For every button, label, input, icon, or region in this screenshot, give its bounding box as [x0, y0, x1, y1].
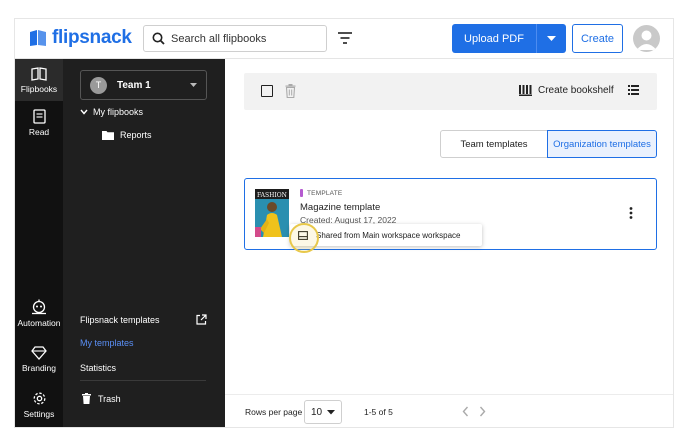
search-box[interactable] — [143, 25, 327, 52]
caret-down-icon — [327, 409, 335, 414]
sidebar-item-trash[interactable]: Trash — [82, 393, 121, 404]
upload-pdf-button[interactable]: Upload PDF — [452, 24, 566, 53]
create-button[interactable]: Create — [572, 24, 623, 53]
toolbar: Create bookshelf — [244, 73, 657, 110]
sidebar: T Team 1 My flipbooks Reports Flipsnack … — [63, 59, 225, 427]
pagination-footer: Rows per page 10 1-5 of 5 — [225, 394, 673, 427]
chevron-left-icon[interactable] — [462, 406, 469, 417]
sidebar-item-label: My flipbooks — [93, 107, 144, 117]
branding-icon — [31, 346, 47, 360]
rows-per-page-label: Rows per page — [245, 407, 303, 417]
sidebar-item-my-flipbooks[interactable]: My flipbooks — [80, 107, 143, 117]
template-tag: TEMPLATE — [300, 189, 342, 197]
automation-icon — [32, 299, 46, 315]
filter-icon[interactable] — [337, 31, 353, 45]
caret-down-icon — [190, 82, 197, 87]
main-content: Create bookshelf Team templates Organiza… — [225, 59, 673, 427]
rail-item-automation[interactable]: Automation — [15, 299, 63, 328]
search-icon — [152, 32, 165, 45]
sidebar-item-flipsnack-templates[interactable]: Flipsnack templates — [80, 315, 160, 325]
top-bar: flipsnack Upload PDF Create — [15, 19, 673, 59]
sidebar-item-my-templates[interactable]: My templates — [80, 338, 134, 348]
upload-menu-toggle[interactable] — [537, 35, 566, 42]
logo-icon — [30, 30, 46, 46]
rail-label: Read — [28, 127, 50, 137]
shared-tooltip-text: Shared from Main workspace workspace — [316, 230, 461, 240]
create-bookshelf-button[interactable]: Create bookshelf — [519, 85, 614, 96]
sidebar-divider — [80, 380, 206, 381]
pagination-range: 1-5 of 5 — [364, 407, 393, 417]
folder-icon — [102, 131, 114, 140]
team-name: Team 1 — [117, 79, 151, 91]
flipsnack-logo[interactable]: flipsnack — [28, 27, 132, 49]
settings-icon — [33, 392, 45, 405]
sidebar-item-reports[interactable]: Reports — [102, 130, 152, 140]
sidebar-item-statistics[interactable]: Statistics — [80, 363, 116, 373]
trash-icon — [82, 393, 91, 404]
read-icon — [32, 109, 46, 124]
template-thumbnail: FASHION — [255, 189, 289, 237]
user-icon — [636, 30, 657, 50]
more-options-icon[interactable] — [629, 207, 633, 219]
create-bookshelf-label: Create bookshelf — [538, 85, 614, 96]
team-avatar: T — [90, 76, 107, 94]
logo-text: flipsnack — [52, 27, 132, 48]
rows-per-page-select[interactable]: 10 — [304, 400, 342, 424]
chevron-down-icon — [80, 109, 88, 115]
list-view-icon[interactable] — [628, 85, 639, 95]
tag-label: TEMPLATE — [307, 189, 343, 197]
shared-tooltip: Shared from Main workspace workspace — [290, 224, 482, 246]
flipbooks-icon — [31, 67, 47, 81]
search-input[interactable] — [171, 32, 321, 45]
select-all-checkbox[interactable] — [261, 85, 273, 97]
sidebar-item-label: Reports — [120, 130, 152, 140]
delete-icon[interactable] — [285, 84, 296, 98]
team-selector[interactable]: T Team 1 — [80, 70, 207, 100]
thumb-masthead: FASHION — [257, 192, 287, 199]
rail-item-branding[interactable]: Branding — [15, 346, 63, 373]
rail-item-flipbooks[interactable]: Flipbooks — [15, 59, 63, 101]
rows-per-page-value: 10 — [311, 406, 323, 418]
icon-rail: Flipbooks Read Automation Branding Setti… — [15, 59, 63, 427]
rail-label: Automation — [17, 318, 61, 328]
template-tabs: Team templates Organization templates — [440, 130, 657, 158]
upload-pdf-label: Upload PDF — [464, 32, 524, 45]
bookshelf-icon — [519, 85, 532, 96]
rail-item-settings[interactable]: Settings — [15, 391, 63, 419]
inbox-icon — [298, 230, 308, 240]
user-avatar[interactable] — [633, 25, 660, 52]
rail-label: Settings — [23, 409, 55, 419]
shared-workspace-icon[interactable] — [290, 224, 316, 246]
rail-label: Flipbooks — [20, 84, 58, 94]
caret-down-icon — [547, 35, 556, 41]
tab-team-templates[interactable]: Team templates — [440, 130, 548, 158]
rail-item-read[interactable]: Read — [15, 109, 63, 137]
sidebar-item-label: Trash — [98, 393, 121, 404]
external-link-icon[interactable] — [196, 314, 207, 325]
chevron-right-icon[interactable] — [479, 406, 486, 417]
tab-organization-templates[interactable]: Organization templates — [547, 130, 657, 158]
app-window: flipsnack Upload PDF Create — [14, 18, 674, 428]
template-card[interactable]: FASHION TEMPLATE Magazine template Creat… — [244, 178, 657, 253]
rail-label: Branding — [21, 363, 57, 373]
template-title: Magazine template — [300, 202, 381, 213]
tag-color-bar — [300, 189, 303, 197]
